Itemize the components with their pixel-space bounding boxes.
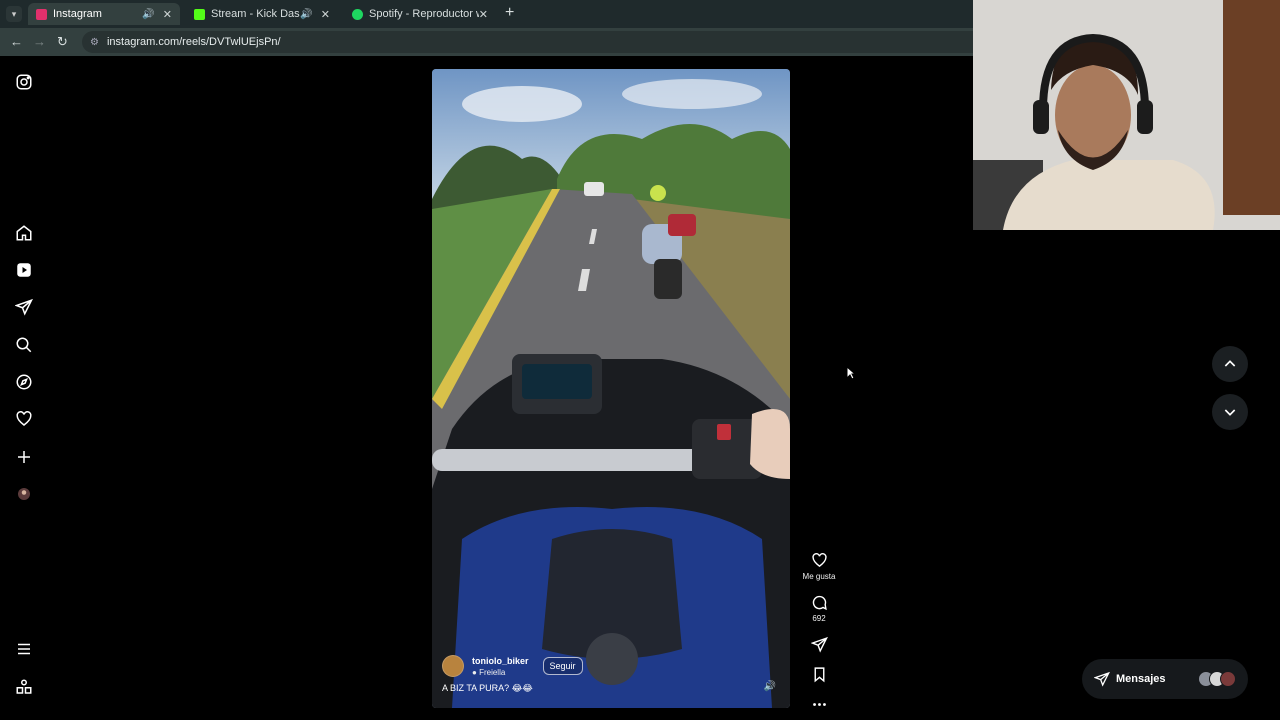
mouse-cursor-icon	[846, 366, 856, 380]
notifications-heart-icon[interactable]	[14, 409, 34, 429]
create-plus-icon[interactable]	[14, 447, 34, 467]
direct-messages-icon[interactable]	[14, 297, 34, 317]
tab-title: Instagram	[53, 8, 102, 20]
forward-arrow-icon[interactable]: →	[33, 34, 46, 50]
comment-icon	[812, 595, 827, 611]
more-menu-icon[interactable]	[14, 639, 34, 659]
tab-spotify[interactable]: Spotify - Reproductor web: mú ✕	[344, 3, 496, 25]
like-button[interactable]: Me gusta	[802, 552, 836, 581]
share-icon	[810, 636, 828, 653]
tab-title: Spotify - Reproductor web: mú	[369, 8, 479, 20]
instagram-logo-icon[interactable]	[14, 72, 34, 92]
author-avatar[interactable]	[442, 655, 464, 677]
chevron-up-icon	[1224, 360, 1236, 367]
site-info-icon[interactable]: ⚙	[90, 37, 99, 48]
screen: ▾ Instagram 🔊 ✕ Stream - Kick Dashboard …	[0, 0, 1280, 720]
tab-kick-dashboard[interactable]: Stream - Kick Dashboard 🔊 ✕	[186, 3, 338, 25]
avatar	[1220, 671, 1236, 687]
send-icon	[1094, 671, 1110, 687]
tab-instagram[interactable]: Instagram 🔊 ✕	[28, 3, 180, 25]
reel-video[interactable]: toniolo_biker ● Freiella Seguir A BIZ TA…	[432, 69, 790, 708]
location-pin-icon: ●	[472, 667, 480, 677]
profile-avatar[interactable]	[14, 484, 34, 504]
chevron-down-icon	[1224, 409, 1236, 416]
author-username[interactable]: toniolo_biker	[472, 656, 529, 666]
more-options-button[interactable]	[802, 696, 836, 713]
share-button[interactable]	[802, 636, 836, 653]
speaker-icon[interactable]: 🔊	[300, 9, 312, 20]
message-avatars	[1198, 671, 1236, 687]
follow-button[interactable]: Seguir	[542, 657, 583, 675]
tab-title: Stream - Kick Dashboard	[211, 8, 300, 20]
reel-footer: toniolo_biker ● Freiella Seguir A BIZ TA…	[442, 655, 772, 694]
kick-favicon-icon	[194, 8, 205, 20]
next-reel-button[interactable]	[1212, 394, 1248, 430]
back-arrow-icon[interactable]: ←	[10, 34, 23, 50]
url-text: instagram.com/reels/DVTwlUEjsPn/	[106, 36, 281, 48]
spotify-favicon-icon	[352, 8, 363, 20]
webcam-overlay	[973, 0, 1280, 230]
new-tab-button[interactable]: +	[505, 5, 514, 21]
reload-icon[interactable]: ↻	[57, 34, 68, 50]
reel-video-frame	[432, 69, 790, 708]
messages-button[interactable]: Mensajes	[1082, 659, 1248, 699]
reel-caption: A BIZ TA PURA? 😂😂	[442, 683, 533, 693]
like-label: Me gusta	[802, 572, 836, 581]
comment-count: 692	[812, 614, 826, 623]
tab-search-button[interactable]: ▾	[6, 6, 22, 22]
search-icon[interactable]	[14, 335, 34, 355]
home-icon[interactable]	[14, 223, 34, 243]
bookmark-icon	[814, 667, 824, 683]
explore-compass-icon[interactable]	[14, 372, 34, 392]
ellipsis-icon	[812, 703, 826, 706]
instagram-favicon-icon	[36, 8, 47, 20]
save-button[interactable]	[802, 666, 836, 683]
speaker-icon[interactable]: 🔊	[764, 681, 776, 692]
speaker-icon[interactable]: 🔊	[142, 9, 154, 20]
heart-icon	[811, 553, 827, 568]
reel-actions: Me gusta 692	[802, 552, 836, 720]
reel-author-row: toniolo_biker ● Freiella Seguir	[442, 655, 772, 677]
author-location[interactable]: ● Freiella	[472, 668, 529, 677]
close-tab-icon[interactable]: ✕	[479, 8, 488, 21]
comment-button[interactable]: 692	[802, 594, 836, 623]
meta-apps-icon[interactable]	[14, 677, 34, 697]
webcam-frame	[973, 0, 1280, 230]
close-tab-icon[interactable]: ✕	[163, 8, 172, 21]
close-tab-icon[interactable]: ✕	[321, 8, 330, 21]
messages-label: Mensajes	[1116, 673, 1166, 685]
previous-reel-button[interactable]	[1212, 346, 1248, 382]
location-text: Freiella	[479, 667, 506, 677]
reels-icon[interactable]	[14, 260, 34, 280]
